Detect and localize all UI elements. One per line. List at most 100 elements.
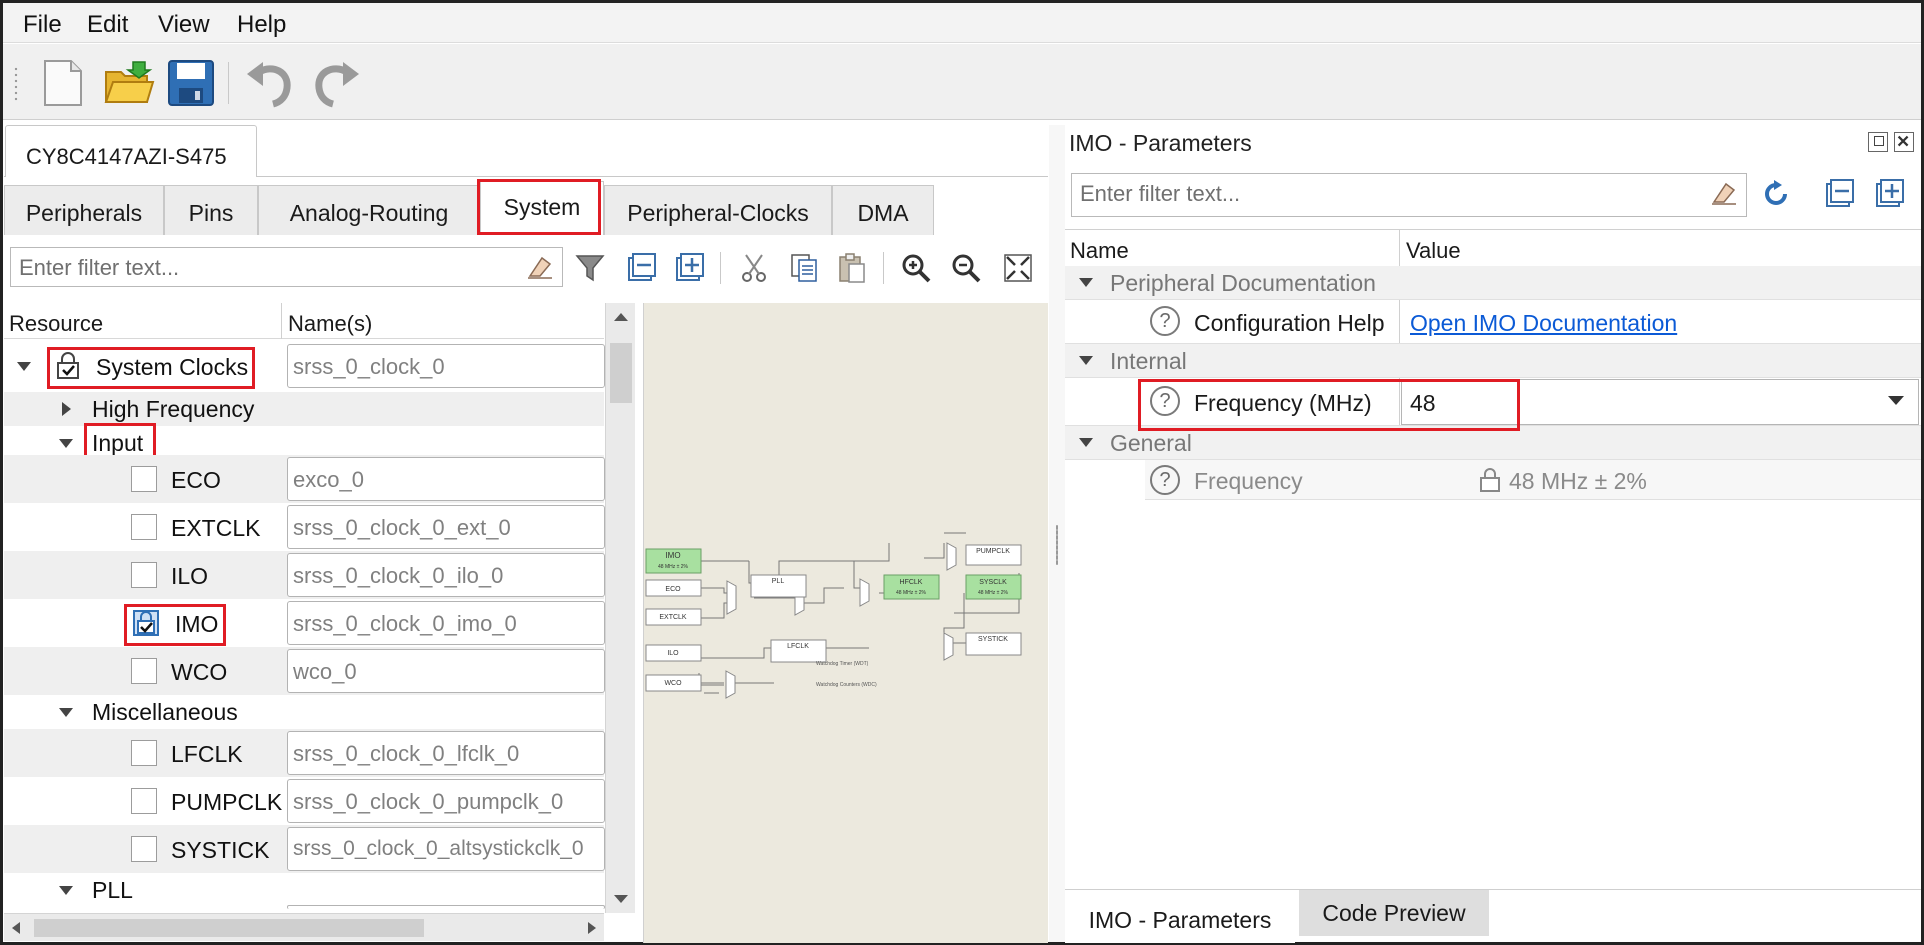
vertical-scroll-thumb[interactable] [610,343,632,403]
zoom-fit-icon[interactable] [1002,252,1034,284]
scroll-up-icon[interactable] [612,311,630,323]
open-imo-documentation-link[interactable]: Open IMO Documentation [1410,310,1677,337]
tree-row-pumpclk[interactable]: PUMPCLK srss_0_clock_0_pumpclk_0 [4,777,605,825]
collapse-all-icon[interactable] [626,252,658,284]
parameters-collapse-icon[interactable] [1824,178,1856,210]
value-column-header[interactable]: Value [1406,230,1461,266]
scroll-right-icon[interactable] [586,921,598,935]
systick-checkbox[interactable] [131,836,157,862]
tree-row-miscellaneous[interactable]: Miscellaneous [4,695,604,729]
tree-row-pll[interactable]: PLL [4,873,605,909]
imo-name-field[interactable]: srss_0_clock_0_imo_0 [287,601,605,645]
category-peripheral-documentation[interactable]: Peripheral Documentation [1065,266,1921,300]
wco-checkbox[interactable] [131,658,157,684]
tree-horizontal-scrollbar[interactable] [4,913,604,941]
tab-peripheral-clocks[interactable]: Peripheral-Clocks [604,185,832,235]
tab-peripherals[interactable]: Peripherals [4,185,164,235]
help-icon[interactable]: ? [1150,306,1180,336]
column-divider[interactable] [281,303,282,339]
tab-imo-parameters[interactable]: IMO - Parameters [1065,890,1295,943]
paste-icon[interactable] [836,252,868,284]
help-icon[interactable]: ? [1150,386,1180,416]
tree-row-eco[interactable]: ECO exco_0 [4,455,605,503]
tree-vertical-scrollbar[interactable] [605,303,635,913]
collapse-arrow-icon[interactable] [1079,356,1093,365]
ilo-checkbox[interactable] [131,562,157,588]
refresh-icon[interactable] [1760,178,1792,210]
lfclk-checkbox[interactable] [131,740,157,766]
tab-pins[interactable]: Pins [164,185,258,235]
pumpclk-name-field[interactable]: srss_0_clock_0_pumpclk_0 [287,779,605,823]
help-icon[interactable]: ? [1150,465,1180,495]
parameters-expand-icon[interactable] [1874,178,1906,210]
menu-view[interactable]: View [158,11,210,39]
redo-icon[interactable] [311,58,363,108]
new-file-icon[interactable] [37,58,89,108]
imo-lock-check-icon[interactable] [131,608,161,638]
collapse-arrow-icon[interactable] [59,439,73,448]
scroll-down-icon[interactable] [612,893,630,905]
eco-name-field[interactable]: exco_0 [287,457,605,501]
tab-analog-routing[interactable]: Analog-Routing [258,185,480,235]
clear-parameters-filter-icon[interactable] [1710,180,1738,206]
tree-row-imo[interactable]: IMO srss_0_clock_0_imo_0 [4,599,605,647]
close-panel-icon[interactable] [1894,132,1914,152]
category-general[interactable]: General [1065,426,1921,460]
expand-all-icon[interactable] [674,252,706,284]
collapse-arrow-icon[interactable] [1079,438,1093,447]
tab-system[interactable]: System [480,181,604,235]
tab-dma[interactable]: DMA [832,185,934,235]
tree-row-system-clocks[interactable]: System Clocks srss_0_clock_0 [4,342,605,390]
pll-name-field-partial[interactable] [287,905,605,909]
tree-row-wco[interactable]: WCO wco_0 [4,647,605,695]
collapse-arrow-icon[interactable] [17,362,31,371]
system-clocks-name-field[interactable]: srss_0_clock_0 [287,344,605,388]
menu-file[interactable]: File [23,11,62,39]
left-filter-input[interactable]: Enter filter text... [10,247,563,287]
extclk-checkbox[interactable] [131,514,157,540]
tree-row-systick[interactable]: SYSTICK srss_0_clock_0_altsystickclk_0 [4,825,605,873]
clear-filter-icon[interactable] [526,254,554,280]
copy-icon[interactable] [788,252,820,284]
menu-help[interactable]: Help [237,11,286,39]
horizontal-scroll-thumb[interactable] [34,919,424,937]
panel-splitter[interactable] [1049,125,1065,942]
ilo-name-field[interactable]: srss_0_clock_0_ilo_0 [287,553,605,597]
clock-diagram[interactable]: IMO 48 MHz ± 2% ECO EXTCLK ILO WCO PLL L… [643,303,1048,943]
scroll-left-icon[interactable] [10,921,22,935]
collapse-arrow-icon[interactable] [59,886,73,895]
chevron-down-icon[interactable] [1888,396,1904,405]
names-column-header[interactable]: Name(s) [288,311,372,337]
tree-row-high-frequency[interactable]: High Frequency [4,392,604,426]
tree-row-extclk[interactable]: EXTCLK srss_0_clock_0_ext_0 [4,503,605,551]
pumpclk-checkbox[interactable] [131,788,157,814]
toolbar-grip[interactable] [13,66,19,102]
collapse-arrow-icon[interactable] [59,708,73,717]
tree-row-lfclk[interactable]: LFCLK srss_0_clock_0_lfclk_0 [4,729,605,777]
expand-arrow-icon[interactable] [62,402,71,416]
menu-edit[interactable]: Edit [87,11,128,39]
tree-row-ilo[interactable]: ILO srss_0_clock_0_ilo_0 [4,551,605,599]
lfclk-name-field[interactable]: srss_0_clock_0_lfclk_0 [287,731,605,775]
resource-column-header[interactable]: Resource [9,311,103,337]
cut-icon[interactable] [738,252,770,284]
systick-name-field[interactable]: srss_0_clock_0_altsystickclk_0 [287,827,605,871]
collapse-arrow-icon[interactable] [1079,278,1093,287]
zoom-out-icon[interactable] [950,252,982,284]
filter-funnel-icon[interactable] [574,252,606,284]
save-icon[interactable] [165,58,217,108]
device-tab[interactable]: CY8C4147AZI-S475 [5,125,257,177]
undo-icon[interactable] [243,58,295,108]
tab-code-preview[interactable]: Code Preview [1299,890,1489,936]
name-column-header[interactable]: Name [1070,230,1129,266]
eco-checkbox[interactable] [131,466,157,492]
frequency-mhz-dropdown[interactable]: 48 [1401,379,1919,425]
parameters-title: IMO - Parameters [1069,130,1252,156]
category-internal[interactable]: Internal [1065,344,1921,378]
float-panel-icon[interactable] [1868,132,1888,152]
parameters-filter-input[interactable]: Enter filter text... [1071,173,1747,217]
open-folder-icon[interactable] [103,58,155,108]
extclk-name-field[interactable]: srss_0_clock_0_ext_0 [287,505,605,549]
zoom-in-icon[interactable] [900,252,932,284]
wco-name-field[interactable]: wco_0 [287,649,605,693]
